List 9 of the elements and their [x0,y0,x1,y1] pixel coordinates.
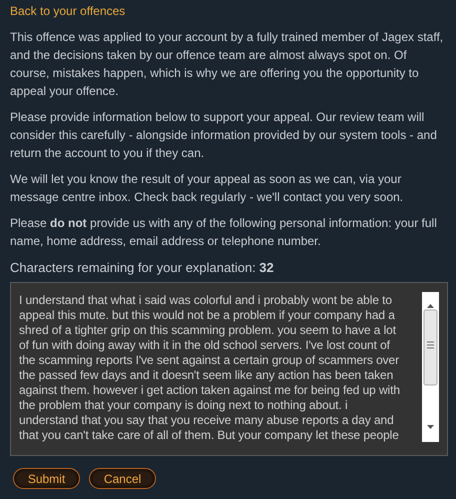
form-button[interactable]: Submit [13,468,80,489]
info-paragraph: Please provide information below to support your appeal. Our review team will consider this carefully - alongside information provided by our system tools - and return the account to you if they can. [10,109,438,162]
characters-remaining-label: Characters remaining for your explanation: 32 [10,260,274,276]
explanation-field[interactable]: I understand that what i said was colorful and i probably wont be able to appeal this mute. but this would not be a problem if your company had a shred of a tighter grip on this scamming problem. you seem to have a lot of fun with doing away with it in the old school servers. I've lost count of the scamming reports I've sent against a certain group of scammers over the passed few days and it doesn't seem like any action has been taken against them. however i get action taken against me for being fed up with the problem that your company is doing next to nothing about. i understand that you say that you receive many abuse reports a day and that you can't take care of all of them. But your company let these people [10,282,448,456]
info-paragraph: Please do not provide us with any of the following personal information: your full name, home address, email address or telephone number. [10,215,438,250]
back-link[interactable]: Back to your offences [10,2,126,20]
info-paragraph: We will let you know the result of your appeal as soon as we can, via your message centre inbox. Check back regularly - we'll contact you very soon. [10,171,404,206]
info-paragraph: This offence was applied to your account by a fully trained member of Jagex staff, and the decisions taken by our offence team are almost always spot on. Of course, mistakes happen, which is why we are offering you the opportunity to appeal your offence. [10,29,444,100]
form-button[interactable]: Cancel [89,468,156,489]
